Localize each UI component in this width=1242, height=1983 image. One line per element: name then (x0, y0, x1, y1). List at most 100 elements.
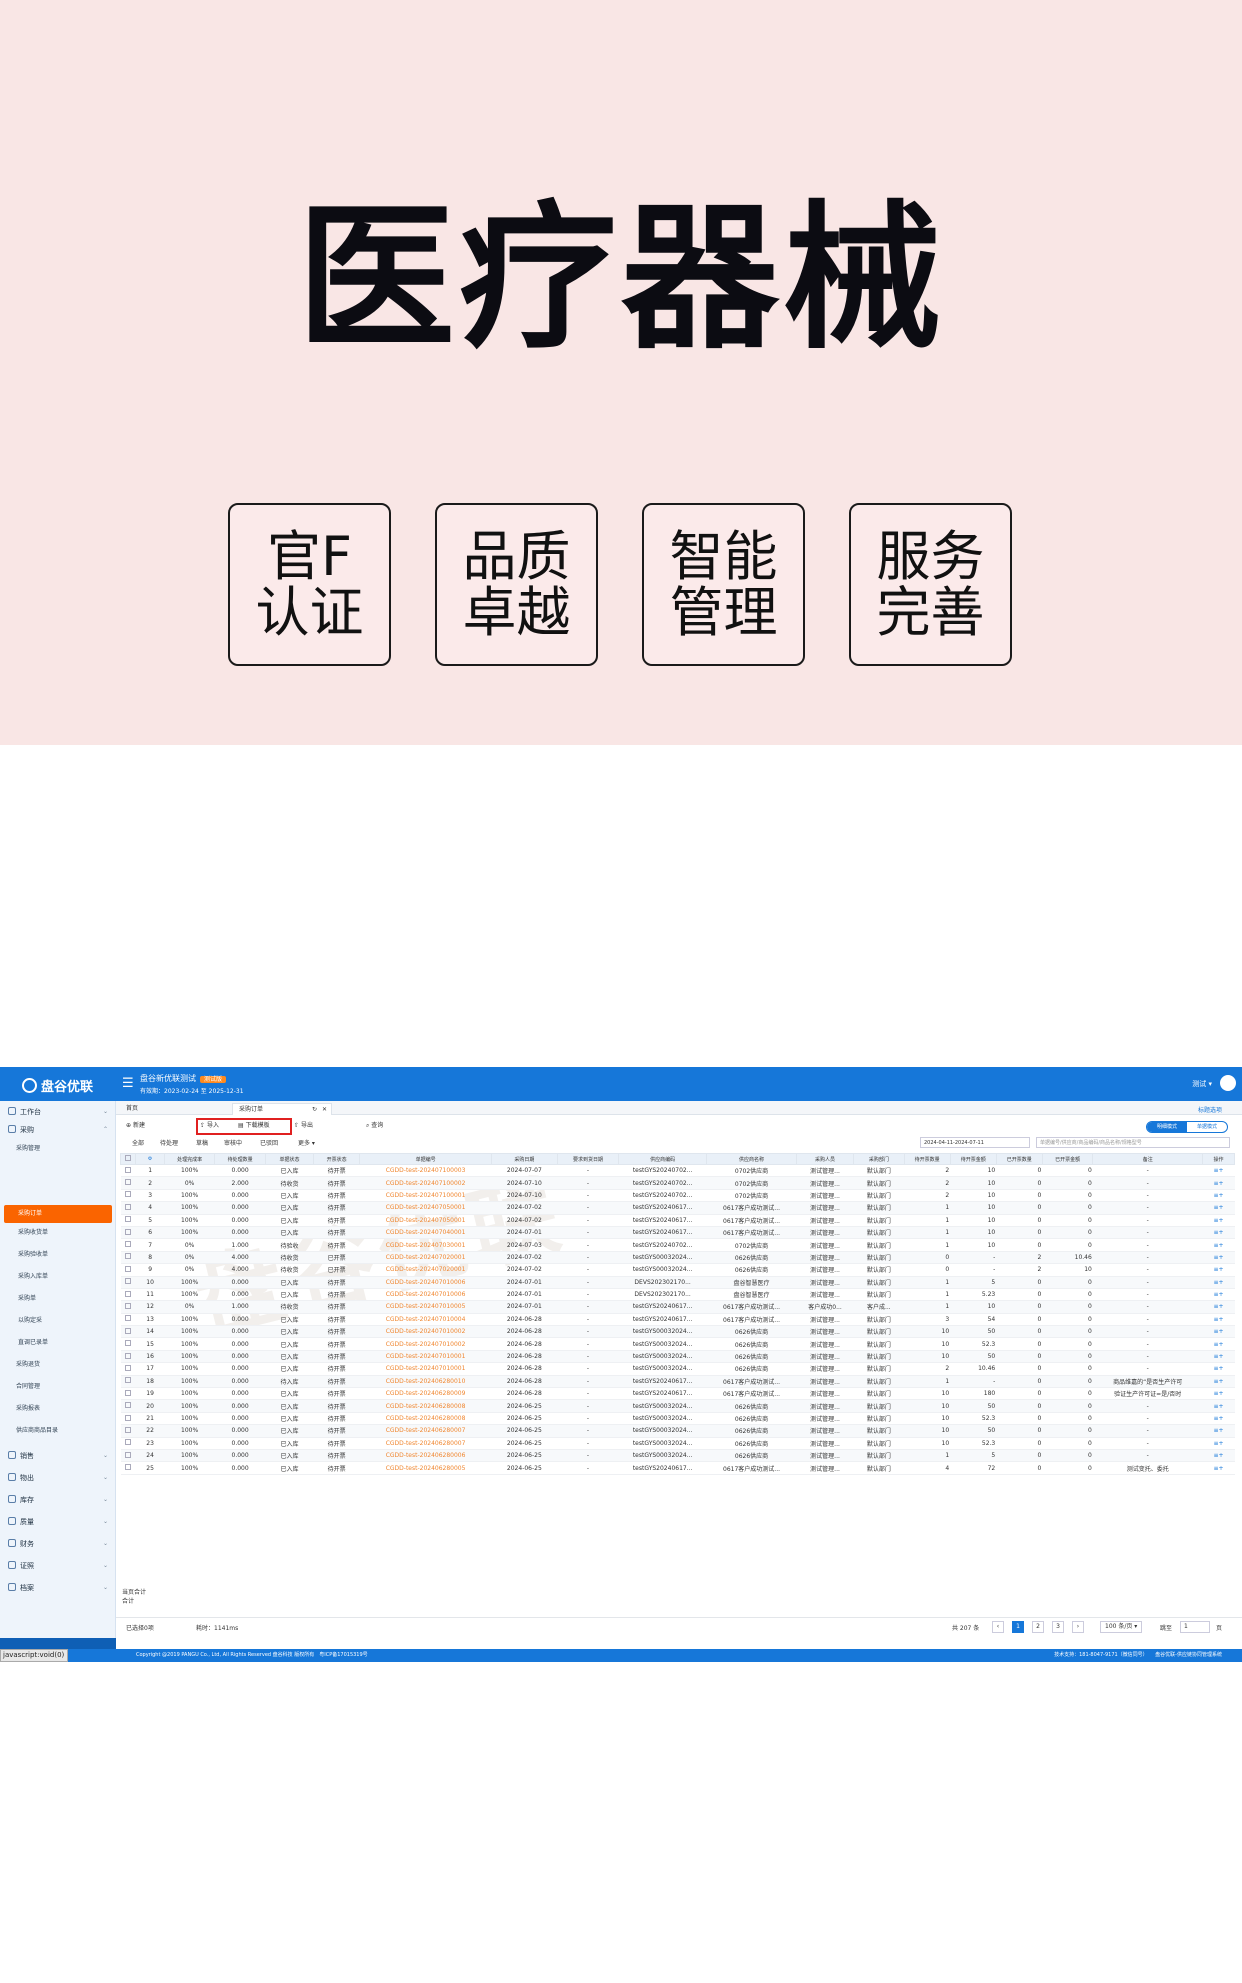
avatar[interactable] (1220, 1075, 1236, 1091)
sidebar-group-purchase-management[interactable]: 采购管理 (16, 1143, 40, 1155)
table-row[interactable]: 16 100% 0.000 已入库 待开票 CGDD-test-202407010001 2… (120, 1350, 1235, 1364)
row-checkbox[interactable] (125, 1352, 132, 1359)
row-checkbox-cell[interactable] (120, 1251, 136, 1265)
table-row[interactable]: 18 100% 0.000 待入库 待开票 CGDD-test-202406280010 2… (120, 1375, 1235, 1389)
sidebar-item-outbound[interactable]: 物出 ⌄ (6, 1471, 112, 1485)
row-checkbox-cell[interactable] (120, 1424, 136, 1438)
table-row[interactable]: 25 100% 0.000 已入库 待开票 CGDD-test-202406280005 2… (120, 1461, 1235, 1475)
row-checkbox-cell[interactable] (120, 1399, 136, 1413)
table-row[interactable]: 14 100% 0.000 已入库 待开票 CGDD-test-202407010002 2… (120, 1325, 1235, 1339)
row-checkbox[interactable] (125, 1253, 132, 1260)
row-checkbox[interactable] (125, 1191, 132, 1198)
table-row[interactable]: 1 100% 0.000 已入库 待开票 CGDD-test-202407100003 20… (120, 1164, 1235, 1178)
row-action-icon[interactable]: ≡+ (1202, 1214, 1235, 1227)
row-action-icon[interactable]: ≡+ (1202, 1313, 1235, 1327)
row-checkbox-cell[interactable] (120, 1288, 136, 1302)
page-size-select[interactable]: 100 条/页 ▾ (1100, 1621, 1143, 1633)
row-checkbox[interactable] (125, 1439, 132, 1446)
row-checkbox[interactable] (125, 1377, 132, 1384)
sidebar-item-license[interactable]: 证照 ⌄ (6, 1559, 112, 1573)
row-action-icon[interactable]: ≡+ (1202, 1350, 1235, 1364)
row-checkbox[interactable] (125, 1451, 132, 1458)
row-checkbox[interactable] (125, 1402, 132, 1409)
column-header[interactable] (119, 1153, 137, 1165)
order-number-link[interactable]: CGDD-test-202407010002 (359, 1325, 492, 1339)
row-checkbox-cell[interactable] (120, 1461, 136, 1475)
sidebar-item-finance[interactable]: 财务 ⌄ (6, 1537, 112, 1551)
row-action-icon[interactable]: ≡+ (1202, 1325, 1235, 1339)
sidebar-sub-receipt[interactable]: 采购收货单 (18, 1227, 48, 1239)
row-checkbox-cell[interactable] (120, 1176, 136, 1190)
table-row[interactable]: 7 0% 1.000 待验收 待开票 CGDD-test-202407030001 2024… (120, 1238, 1235, 1252)
table-row[interactable]: 9 0% 4.000 待收货 已开票 CGDD-test-202407020001 2024… (120, 1263, 1235, 1277)
row-action-icon[interactable]: ≡+ (1202, 1251, 1235, 1265)
order-number-link[interactable]: CGDD-test-202406280008 (359, 1399, 492, 1413)
filter-draft[interactable]: 草稿 (196, 1138, 208, 1147)
order-number-link[interactable]: CGDD-test-202407040001 (359, 1226, 492, 1240)
order-number-link[interactable]: CGDD-test-202407050001 (359, 1201, 492, 1215)
list-action-icon[interactable]: ≡+ (1214, 1192, 1224, 1199)
order-number-link[interactable]: CGDD-test-202407100001 (359, 1189, 492, 1203)
list-action-icon[interactable]: ≡+ (1214, 1427, 1224, 1434)
settings-icon[interactable]: ⚙ (148, 1156, 152, 1162)
row-checkbox-cell[interactable] (120, 1189, 136, 1203)
list-action-icon[interactable]: ≡+ (1214, 1353, 1224, 1360)
view-toggle[interactable]: 明细模式 单据模式 (1145, 1121, 1228, 1133)
select-all-checkbox[interactable] (125, 1155, 132, 1161)
row-checkbox[interactable] (125, 1241, 132, 1248)
row-action-icon[interactable]: ≡+ (1202, 1437, 1235, 1451)
sidebar-group-catalog[interactable]: 供应商商品目录 (16, 1425, 58, 1437)
row-checkbox-cell[interactable] (120, 1214, 136, 1227)
table-row[interactable]: 23 100% 0.000 已入库 待开票 CGDD-test-202406280007 2… (120, 1437, 1235, 1451)
new-button[interactable]: ⊕ 新建 (126, 1120, 145, 1132)
row-action-icon[interactable]: ≡+ (1202, 1300, 1235, 1314)
filter-rejected[interactable]: 已驳回 (260, 1138, 278, 1147)
list-action-icon[interactable]: ≡+ (1214, 1167, 1224, 1174)
row-checkbox[interactable] (125, 1302, 132, 1309)
sidebar-sub-direct[interactable]: 直调已录单 (18, 1337, 48, 1349)
order-number-link[interactable]: CGDD-test-202407010004 (359, 1313, 492, 1327)
row-action-icon[interactable]: ≡+ (1202, 1449, 1235, 1463)
order-number-link[interactable]: CGDD-test-202407010001 (359, 1350, 492, 1364)
row-checkbox-cell[interactable] (120, 1313, 136, 1327)
page-3-button[interactable]: 3 (1052, 1621, 1064, 1633)
export-button[interactable]: ⇧ 导出 (294, 1120, 313, 1132)
row-checkbox-cell[interactable] (120, 1238, 136, 1252)
row-checkbox[interactable] (125, 1228, 132, 1235)
column-settings-link[interactable]: 标题选项 (1198, 1105, 1222, 1114)
row-checkbox-cell[interactable] (120, 1276, 136, 1289)
row-checkbox[interactable] (125, 1290, 132, 1297)
order-number-link[interactable]: CGDD-test-202407100003 (359, 1164, 492, 1178)
table-row[interactable]: 4 100% 0.000 已入库 待开票 CGDD-test-202407050001 20… (120, 1201, 1235, 1215)
order-number-link[interactable]: CGDD-test-202407020001 (359, 1251, 492, 1265)
row-checkbox[interactable] (125, 1414, 132, 1421)
list-action-icon[interactable]: ≡+ (1214, 1254, 1224, 1261)
table-row[interactable]: 20 100% 0.000 已入库 待开票 CGDD-test-202406280008 2… (120, 1399, 1235, 1413)
order-number-link[interactable]: CGDD-test-202407020001 (359, 1263, 492, 1277)
table-row[interactable]: 24 100% 0.000 已入库 待开票 CGDD-test-202406280006 2… (120, 1449, 1235, 1463)
list-action-icon[interactable]: ≡+ (1214, 1390, 1224, 1397)
sidebar-item-quality[interactable]: 质量 ⌄ (6, 1515, 112, 1529)
row-action-icon[interactable]: ≡+ (1202, 1399, 1235, 1413)
table-row[interactable]: 11 100% 0.000 已入库 待开票 CGDD-test-202407010006 2… (120, 1288, 1235, 1302)
view-list-button[interactable]: 明细模式 (1146, 1122, 1187, 1132)
table-row[interactable]: 2 0% 2.000 待收货 待开票 CGDD-test-202407100002 2024… (120, 1176, 1235, 1190)
table-row[interactable]: 3 100% 0.000 已入库 待开票 CGDD-test-202407100001 20… (120, 1189, 1235, 1203)
row-action-icon[interactable]: ≡+ (1202, 1362, 1235, 1376)
search-input[interactable]: 单据编号/供应商/商品编码/商品名称/规格型号 (1036, 1137, 1230, 1148)
user-menu[interactable]: 测试 ▾ (1192, 1079, 1212, 1089)
view-form-button[interactable]: 单据模式 (1187, 1122, 1227, 1132)
row-action-icon[interactable]: ≡+ (1202, 1189, 1235, 1203)
row-action-icon[interactable]: ≡+ (1202, 1226, 1235, 1240)
row-checkbox[interactable] (125, 1327, 132, 1334)
list-action-icon[interactable]: ≡+ (1214, 1403, 1224, 1410)
row-action-icon[interactable]: ≡+ (1202, 1263, 1235, 1277)
filter-reviewing[interactable]: 审核中 (224, 1138, 242, 1147)
table-row[interactable]: 19 100% 0.000 已入库 待开票 CGDD-test-202406280009 2… (120, 1387, 1235, 1401)
list-action-icon[interactable]: ≡+ (1214, 1217, 1224, 1224)
page-1-button[interactable]: 1 (1012, 1621, 1024, 1633)
order-number-link[interactable]: CGDD-test-202407030001 (359, 1238, 492, 1252)
row-checkbox[interactable] (125, 1179, 132, 1186)
row-action-icon[interactable]: ≡+ (1202, 1387, 1235, 1401)
list-action-icon[interactable]: ≡+ (1214, 1204, 1224, 1211)
